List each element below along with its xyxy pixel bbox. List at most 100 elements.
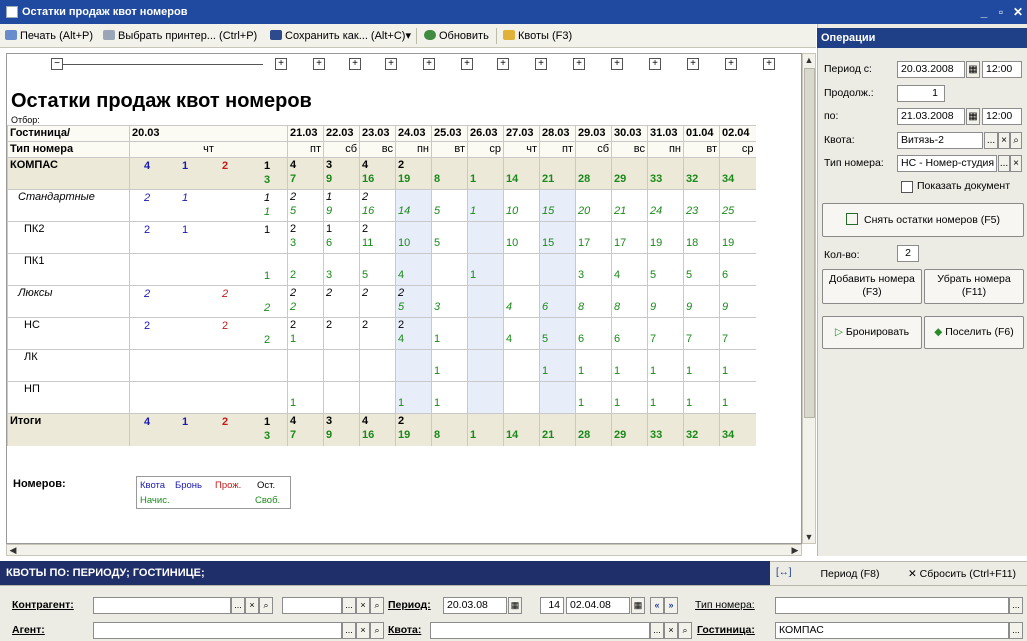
period-to-field[interactable]: 02.04.08 [566, 597, 630, 614]
quota-field[interactable]: Витязь-2 [897, 132, 983, 149]
clear-icon[interactable]: × [245, 597, 259, 614]
clear-icon[interactable]: × [356, 622, 370, 639]
cell-value: 2 [362, 319, 369, 331]
scroll-right-icon[interactable]: ▶ [789, 544, 801, 556]
vertical-scrollbar[interactable]: ▲ ▼ [802, 53, 816, 544]
room-type-filter-field[interactable] [775, 597, 1009, 614]
calendar-icon[interactable]: ▦ [508, 597, 522, 614]
ellipsis-icon[interactable]: ... [1009, 622, 1023, 639]
next-period-icon[interactable]: » [664, 597, 678, 614]
refresh-button[interactable]: Обновить [424, 29, 489, 44]
save-as-button[interactable]: Сохранить как... (Alt+C)▾ [270, 29, 411, 44]
expand-column-icon[interactable]: + [687, 58, 699, 70]
clear-icon[interactable]: × [1010, 155, 1022, 172]
expand-column-icon[interactable]: + [573, 58, 585, 70]
calendar-icon[interactable]: ▦ [966, 108, 980, 125]
report-title: Остатки продаж квот номеров [11, 90, 312, 112]
cell-value: 1 [264, 192, 271, 204]
cell-value [578, 318, 609, 332]
remove-rooms-button[interactable]: Убрать номера (F11) [924, 269, 1024, 304]
calendar-icon[interactable]: ▦ [631, 597, 645, 614]
cell-value: пн [668, 143, 681, 155]
quota-filter-field[interactable] [430, 622, 650, 639]
prev-period-icon[interactable]: « [650, 597, 664, 614]
period-from-date-field[interactable]: 20.03.2008 [897, 61, 965, 78]
book-button[interactable]: ▷ Бронировать [822, 316, 922, 349]
ellipsis-icon[interactable]: ... [231, 597, 245, 614]
to-date-field[interactable]: 21.03.2008 [897, 108, 965, 125]
ellipsis-icon[interactable]: ... [984, 132, 998, 149]
room-type-field[interactable]: НС - Номер-студия [897, 155, 997, 172]
select-printer-button[interactable]: Выбрать принтер... (Ctrl+P) [103, 29, 257, 44]
close-button[interactable]: ✕ [1011, 5, 1025, 19]
expand-column-icon[interactable]: + [763, 58, 775, 70]
quotas-button[interactable]: Квоты (F3) [503, 29, 572, 44]
to-time-field[interactable]: 12:00 [982, 108, 1022, 125]
ellipsis-icon[interactable]: ... [342, 597, 356, 614]
ellipsis-icon[interactable]: ... [998, 155, 1010, 172]
period-days-field[interactable]: 14 [540, 597, 564, 614]
calendar-icon[interactable]: ▦ [966, 61, 980, 78]
search-icon[interactable]: ⌕ [678, 622, 692, 639]
take-rest-button[interactable]: Снять остатки номеров (F5) [822, 203, 1024, 237]
agent-field[interactable] [93, 622, 342, 639]
cell-value: 1 [264, 224, 271, 236]
horizontal-scrollbar[interactable]: ◀ ▶ [6, 544, 802, 556]
ellipsis-icon[interactable]: ... [650, 622, 664, 639]
ellipsis-icon[interactable]: ... [1009, 597, 1023, 614]
cell-value [290, 382, 321, 396]
clear-icon[interactable]: × [664, 622, 678, 639]
data-cell: 19 [647, 221, 684, 254]
settle-button[interactable]: ◆ Поселить (F6) [924, 316, 1024, 349]
clear-icon[interactable]: × [356, 597, 370, 614]
data-cell: 4 16 [359, 413, 396, 446]
expand-column-icon[interactable]: + [611, 58, 623, 70]
expand-column-icon[interactable]: + [349, 58, 361, 70]
data-cell: 2 16 [359, 189, 396, 222]
scroll-up-icon[interactable]: ▲ [803, 54, 815, 66]
search-icon[interactable]: ⌕ [259, 597, 273, 614]
scroll-thumb[interactable] [804, 68, 815, 418]
expand-column-icon[interactable]: + [535, 58, 547, 70]
expand-column-icon[interactable]: + [275, 58, 287, 70]
counterparty-field-2[interactable] [282, 597, 342, 614]
search-icon[interactable]: ⌕ [1010, 132, 1022, 149]
show-document-checkbox[interactable] [901, 181, 913, 193]
data-cell: 5 [539, 317, 576, 350]
data-cell: 24 [395, 317, 432, 350]
hotel-field[interactable]: КОМПАС [775, 622, 1009, 639]
qty-field[interactable]: 2 [897, 245, 919, 262]
restore-button[interactable]: ▫ [994, 5, 1008, 19]
expand-icon[interactable]: [↔] [776, 567, 792, 578]
expand-column-icon[interactable]: + [461, 58, 473, 70]
collapse-icon[interactable]: − [51, 58, 63, 70]
period-from-time-field[interactable]: 12:00 [982, 61, 1022, 78]
scroll-left-icon[interactable]: ◀ [7, 544, 19, 556]
expand-column-icon[interactable]: + [497, 58, 509, 70]
search-icon[interactable]: ⌕ [370, 597, 384, 614]
cell-value: 1 [650, 397, 657, 409]
cell-value [434, 268, 465, 282]
quota-grid: Гостиница/20.03 21.03 22.03 23.03 24.03 25.03… [7, 125, 801, 485]
ellipsis-icon[interactable]: ... [342, 622, 356, 639]
quota-table: Гостиница/20.03 21.03 22.03 23.03 24.03 25.03… [7, 125, 756, 446]
minimize-button[interactable]: _ [977, 5, 991, 19]
table-row: Итоги 4 1 2 1 3 4 7 3 9 4 16 2 19 8 1 14 21 28 29 33 32 34 [7, 413, 756, 446]
search-icon[interactable]: ⌕ [370, 622, 384, 639]
expand-column-icon[interactable]: + [313, 58, 325, 70]
expand-column-icon[interactable]: + [649, 58, 661, 70]
expand-column-icon[interactable]: + [423, 58, 435, 70]
scroll-down-icon[interactable]: ▼ [803, 531, 815, 543]
period-button[interactable]: Период (F8) [804, 564, 896, 584]
counterparty-field[interactable] [93, 597, 231, 614]
period-from-field[interactable]: 20.03.08 [443, 597, 507, 614]
reset-button[interactable]: ✕ Сбросить (Ctrl+F11) [900, 564, 1024, 584]
clear-icon[interactable]: × [998, 132, 1010, 149]
cell-value: 4 [398, 333, 405, 345]
expand-column-icon[interactable]: + [385, 58, 397, 70]
print-button[interactable]: Печать (Alt+P) [5, 29, 93, 44]
duration-field[interactable]: 1 [897, 85, 945, 102]
cell-value: 1 [264, 270, 271, 282]
expand-column-icon[interactable]: + [725, 58, 737, 70]
add-rooms-button[interactable]: Добавить номера (F3) [822, 269, 922, 304]
